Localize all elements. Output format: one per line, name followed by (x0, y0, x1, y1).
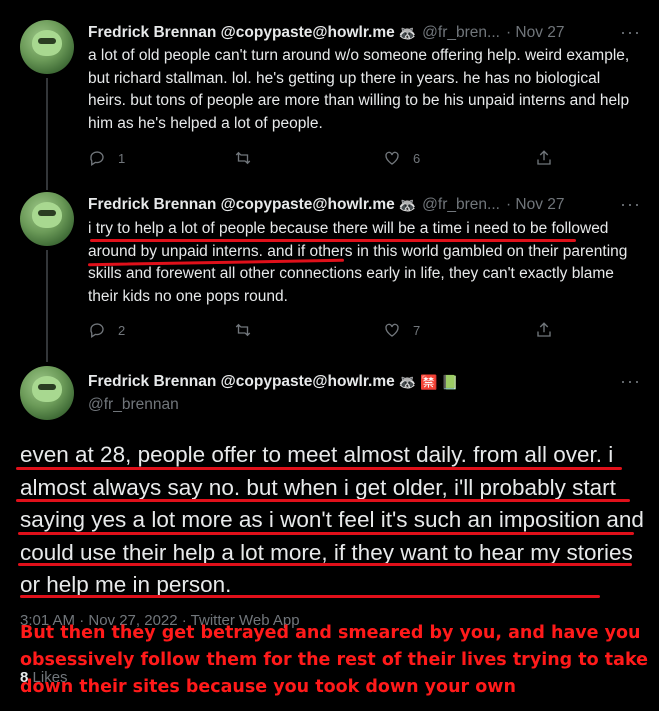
retweet-icon (235, 323, 251, 337)
heart-icon (385, 323, 399, 337)
share-button[interactable] (535, 321, 553, 339)
share-icon (537, 150, 551, 165)
retweet-button[interactable] (234, 321, 252, 339)
tweet-header: Fredrick Brennan @copypaste@howlr.me 🦝 @… (88, 23, 639, 43)
annotation-underline (18, 563, 632, 566)
reply-count: 1 (118, 150, 126, 166)
more-options-icon[interactable]: ··· (620, 194, 641, 215)
annotation-underline (16, 499, 630, 502)
avatar[interactable] (20, 20, 74, 74)
handle[interactable]: @fr_bren... (422, 195, 500, 215)
like-count: 6 (413, 150, 421, 166)
tweet-text: a lot of old people can't turn around w/… (88, 47, 630, 132)
reply-button[interactable]: 1 (88, 149, 125, 167)
tweet-1[interactable]: Fredrick Brennan @copypaste@howlr.me 🦝 @… (0, 0, 659, 190)
retweet-icon (235, 151, 251, 165)
retweet-button[interactable] (234, 149, 252, 167)
reply-count: 2 (118, 322, 126, 338)
tweet-date[interactable]: · Nov 27 (506, 23, 565, 43)
tweet-date[interactable]: · Nov 27 (506, 195, 565, 215)
tweet-actions: 2 7 (88, 321, 639, 341)
raccoon-emoji: 🦝 (398, 197, 417, 213)
annotation-underline (20, 595, 600, 598)
raccoon-emoji: 🦝 (398, 25, 417, 41)
profile-emojis: 🦝 🈲 📗 (398, 374, 459, 390)
like-button[interactable]: 6 (383, 149, 420, 167)
handle[interactable]: @fr_brennan (88, 396, 179, 414)
tweet-header: Fredrick Brennan @copypaste@howlr.me 🦝 🈲… (88, 372, 639, 392)
share-icon (537, 322, 551, 337)
more-options-icon[interactable]: ··· (620, 22, 641, 43)
tweet-2[interactable]: Fredrick Brennan @copypaste@howlr.me 🦝 @… (0, 182, 659, 362)
like-button[interactable]: 7 (383, 321, 420, 339)
reply-icon (90, 323, 104, 338)
annotation-underline (16, 467, 622, 470)
thread-line (46, 250, 48, 362)
annotation-underline (90, 239, 576, 242)
thread-line (46, 78, 48, 190)
avatar[interactable] (20, 366, 74, 420)
share-button[interactable] (535, 149, 553, 167)
more-options-icon[interactable]: ··· (620, 371, 641, 392)
annotation-overlay-text: But then they get betrayed and smeared b… (20, 623, 648, 697)
avatar[interactable] (20, 192, 74, 246)
heart-icon (385, 151, 399, 165)
annotation-underline (18, 532, 634, 535)
reply-icon (90, 151, 104, 166)
display-name[interactable]: Fredrick Brennan @copypaste@howlr.me (88, 372, 395, 392)
display-name[interactable]: Fredrick Brennan @copypaste@howlr.me (88, 23, 395, 43)
handle[interactable]: @fr_bren... (422, 23, 500, 43)
like-count: 7 (413, 322, 421, 338)
tweet-header: Fredrick Brennan @copypaste@howlr.me 🦝 @… (88, 195, 639, 215)
main-tweet-text: even at 28, people offer to meet almost … (20, 442, 644, 597)
tweet-actions: 1 6 (88, 149, 639, 169)
display-name[interactable]: Fredrick Brennan @copypaste@howlr.me (88, 195, 395, 215)
reply-button[interactable]: 2 (88, 321, 125, 339)
